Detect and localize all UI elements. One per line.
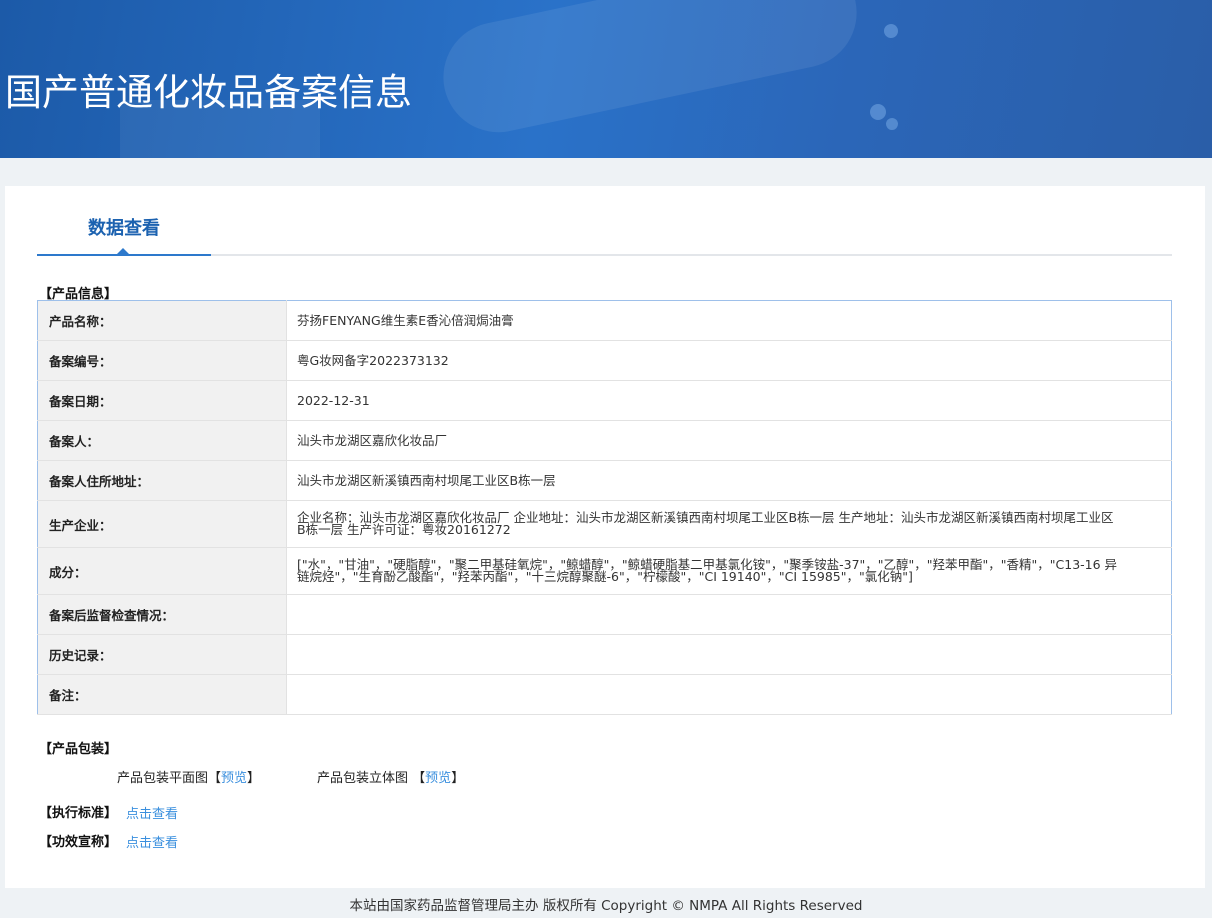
- tab-caret-icon: [117, 248, 129, 254]
- row-value: 企业名称：汕头市龙湖区嘉欣化妆品厂 企业地址：汕头市龙湖区新溪镇西南村坝尾工业区…: [286, 500, 1172, 548]
- packaging-title: 【产品包装】: [39, 742, 118, 757]
- table-row: 备案编号： 粤G妆网备字2022373132: [37, 340, 1172, 381]
- table-row: 备案后监督检查情况：: [37, 594, 1172, 635]
- header-decoration: [870, 104, 886, 120]
- row-label: 备案人住所地址：: [37, 460, 287, 501]
- row-label: 备案人：: [37, 420, 287, 461]
- table-row: 备案人住所地址： 汕头市龙湖区新溪镇西南村坝尾工业区B栋一层: [37, 460, 1172, 501]
- row-value: 粤G妆网备字2022373132: [286, 340, 1172, 381]
- header-decoration: [884, 24, 898, 38]
- row-label: 备案编号：: [37, 340, 287, 381]
- row-label: 备注：: [37, 674, 287, 715]
- page-title: 国产普通化妆品备案信息: [5, 71, 412, 114]
- stereo-preview-link[interactable]: 预览: [425, 771, 451, 786]
- table-row: 产品名称： 芬扬FENYANG维生素E香沁倍润焗油膏: [37, 300, 1172, 341]
- footer-copyright: 本站由国家药品监督管理局主办 版权所有 Copyright © NMPA All…: [349, 898, 863, 914]
- claims-view-link[interactable]: 点击查看: [126, 832, 178, 851]
- tab-bar: 数据查看: [37, 186, 1172, 256]
- row-value: [286, 634, 1172, 675]
- standard-title: 【执行标准】: [39, 806, 118, 821]
- page-header: 国产普通化妆品备案信息: [0, 0, 1212, 158]
- header-decoration: [433, 0, 867, 143]
- table-row: 历史记录：: [37, 634, 1172, 675]
- packaging-flat: 产品包装平面图【预览】: [117, 767, 260, 786]
- bracket: 【: [208, 771, 222, 786]
- table-row: 备案人： 汕头市龙湖区嘉欣化妆品厂: [37, 420, 1172, 461]
- tab-active-indicator: [37, 254, 211, 256]
- table-row: 备案日期： 2022-12-31: [37, 380, 1172, 421]
- table-row: 生产企业： 企业名称：汕头市龙湖区嘉欣化妆品厂 企业地址：汕头市龙湖区新溪镇西南村…: [37, 500, 1172, 548]
- table-row: 备注：: [37, 674, 1172, 715]
- claims-title: 【功效宣称】: [39, 835, 118, 850]
- row-label: 生产企业：: [37, 500, 287, 548]
- packaging-stereo: 产品包装立体图 【预览】: [317, 767, 464, 786]
- bracket: 【: [412, 771, 426, 786]
- flat-preview-link[interactable]: 预览: [221, 771, 247, 786]
- header-decoration: [886, 118, 898, 130]
- standard-view-link[interactable]: 点击查看: [126, 803, 178, 822]
- row-label: 产品名称：: [37, 300, 287, 341]
- content-card: 数据查看 【产品信息】 产品名称： 芬扬FENYANG维生素E香沁倍润焗油膏 备案…: [5, 186, 1205, 888]
- packaging-stereo-label: 产品包装立体图: [317, 771, 409, 786]
- packaging-flat-label: 产品包装平面图: [117, 771, 209, 786]
- row-label: 历史记录：: [37, 634, 287, 675]
- row-label: 备案日期：: [37, 380, 287, 421]
- row-value: 汕头市龙湖区嘉欣化妆品厂: [286, 420, 1172, 461]
- row-label: 成分：: [37, 547, 287, 595]
- row-value: 汕头市龙湖区新溪镇西南村坝尾工业区B栋一层: [286, 460, 1172, 501]
- tab-data-view[interactable]: 数据查看: [37, 214, 211, 240]
- product-info-table: 产品名称： 芬扬FENYANG维生素E香沁倍润焗油膏 备案编号： 粤G妆网备字202…: [37, 300, 1172, 715]
- bracket: 】: [451, 771, 465, 786]
- row-value: [286, 674, 1172, 715]
- row-value: 2022-12-31: [286, 380, 1172, 421]
- row-value: [286, 594, 1172, 635]
- table-row: 成分： ["水"，"甘油"，"硬脂醇"，"聚二甲基硅氧烷"，"鲸蜡醇"，"鲸蜡硬脂…: [37, 547, 1172, 595]
- row-label: 备案后监督检查情况：: [37, 594, 287, 635]
- row-value: ["水"，"甘油"，"硬脂醇"，"聚二甲基硅氧烷"，"鲸蜡醇"，"鲸蜡硬脂基二甲…: [286, 547, 1172, 595]
- bracket: 】: [247, 771, 261, 786]
- row-value: 芬扬FENYANG维生素E香沁倍润焗油膏: [286, 300, 1172, 341]
